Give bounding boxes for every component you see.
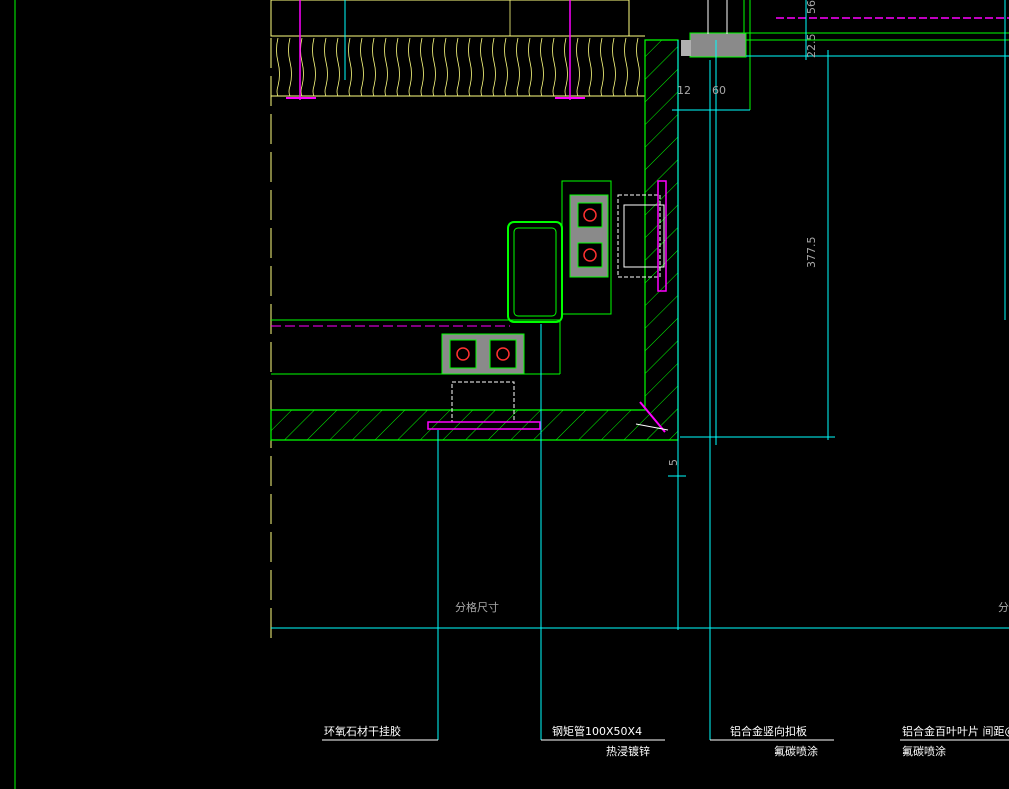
- dimension-lines: [271, 0, 1009, 740]
- callout-louver-finish: 氟碳喷涂: [902, 745, 946, 758]
- callout-louver: 铝合金百叶叶片 间距@80: [902, 725, 1009, 738]
- concrete-wall: [270, 39, 679, 441]
- callout-stone-clip: 环氧石材干挂胶: [324, 725, 401, 738]
- panel-assembly: [681, 0, 1009, 110]
- callout-aluminum-panel-finish: 氟碳喷涂: [774, 745, 818, 758]
- dim-22-5: 22.5: [805, 33, 818, 59]
- dim-grid-size-right: 分: [998, 601, 1009, 614]
- callout-steel-tube: 钢矩管100X50X4: [552, 725, 643, 738]
- dim-12: 12: [677, 84, 691, 97]
- dim-grid-size: 分格尺寸: [455, 601, 499, 614]
- dim-60: 60: [712, 84, 726, 97]
- steel-tube: [507, 221, 563, 323]
- dim-377-5: 377.5: [805, 236, 818, 269]
- callout-aluminum-panel: 铝合金竖向扣板: [730, 725, 807, 738]
- callout-steel-tube-finish: 热浸镀锌: [606, 745, 650, 758]
- dim-5: 5: [667, 459, 680, 466]
- cad-section-drawing: [14, 0, 1009, 789]
- insulation-band: [270, 0, 645, 100]
- dim-56: 56: [805, 0, 818, 14]
